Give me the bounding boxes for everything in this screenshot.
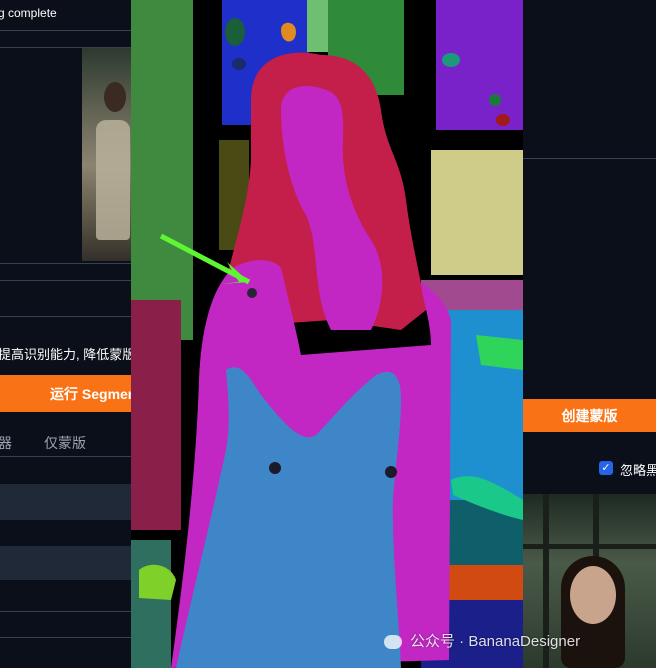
status-text: g complete bbox=[0, 6, 57, 20]
ignore-checkbox[interactable]: ✓ bbox=[599, 461, 613, 475]
option-row[interactable] bbox=[0, 484, 131, 520]
divider bbox=[0, 456, 131, 457]
divider bbox=[0, 316, 131, 317]
tab-segmenter[interactable]: 器 bbox=[0, 433, 12, 453]
thumbnail-figure-dress bbox=[96, 120, 130, 240]
divider bbox=[0, 637, 131, 638]
run-segment-button[interactable]: 运行 Segmen bbox=[0, 375, 131, 412]
divider bbox=[0, 30, 131, 31]
window-frame bbox=[523, 544, 656, 549]
segmentation-mask-image bbox=[131, 0, 523, 668]
watermark-text: 公众号 · BananaDesigner bbox=[410, 633, 581, 650]
portrait-face bbox=[570, 566, 616, 624]
ignore-checkbox-label: 忽略黑 bbox=[620, 463, 656, 478]
tab-mask-only[interactable]: 仅蒙版 bbox=[44, 433, 86, 453]
create-mask-button[interactable]: 创建蒙版 bbox=[523, 399, 656, 432]
divider bbox=[0, 263, 131, 264]
hint-text: 提高识别能力, 降低蒙版 bbox=[0, 347, 131, 362]
option-row[interactable] bbox=[0, 546, 131, 580]
left-panel: g complete 提高识别能力, 降低蒙版 运行 Segmen 器 仅蒙版 bbox=[0, 0, 131, 668]
thumbnail-figure-head bbox=[104, 82, 126, 112]
divider bbox=[0, 280, 131, 281]
watermark: 公众号 · BananaDesigner bbox=[384, 630, 580, 651]
divider bbox=[0, 611, 131, 612]
right-panel: 创建蒙版 ✓ 忽略黑 bbox=[523, 0, 656, 668]
segmentation-mask-svg bbox=[131, 0, 523, 668]
divider bbox=[523, 158, 656, 159]
wechat-icon bbox=[384, 635, 402, 650]
